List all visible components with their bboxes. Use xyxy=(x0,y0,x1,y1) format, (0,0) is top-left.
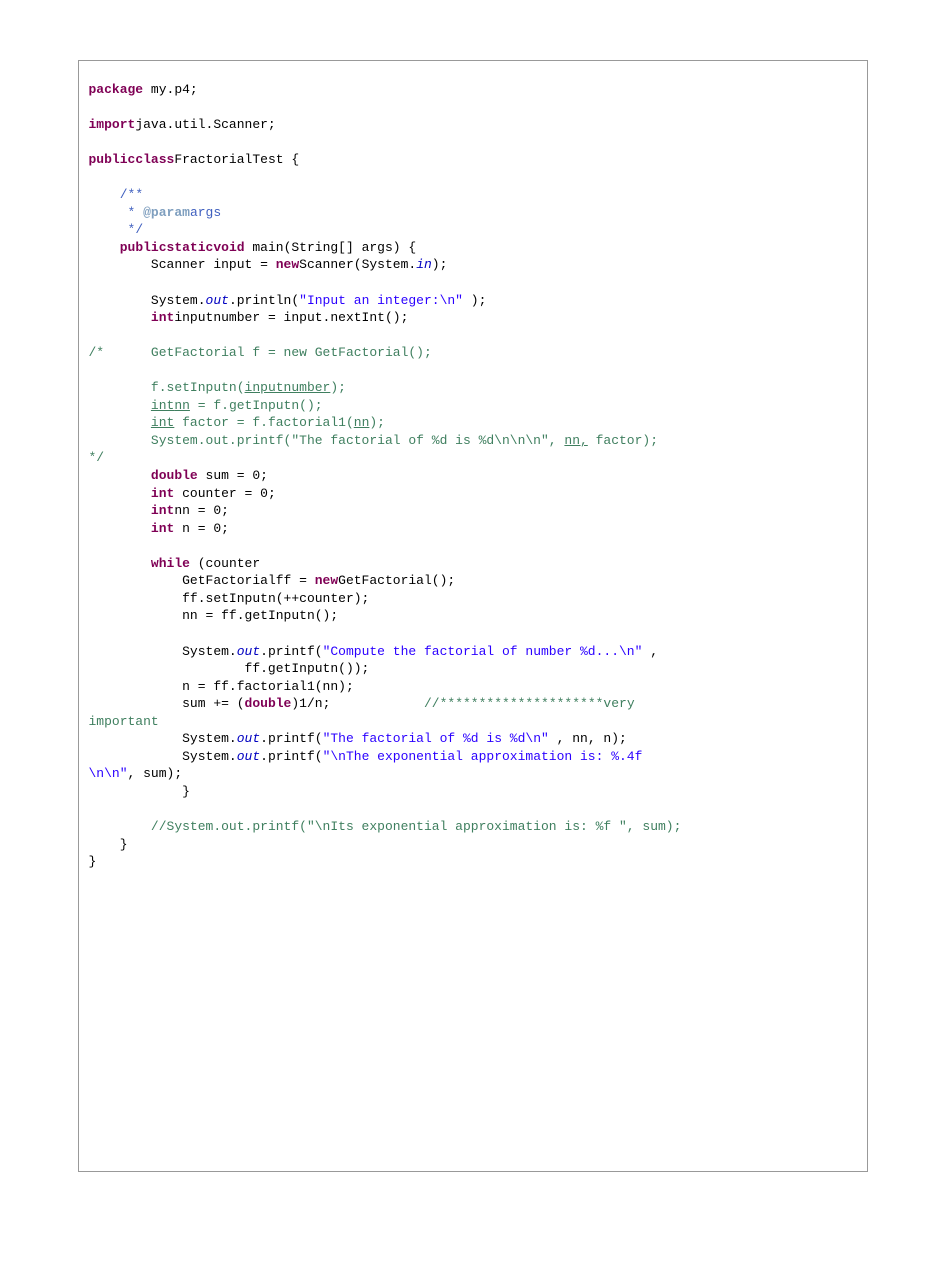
class-declaration: FractorialTest { xyxy=(174,152,299,167)
comment-intnn-b: nn xyxy=(174,398,190,413)
while-condition: (counter xyxy=(190,556,260,571)
keyword-class: class xyxy=(135,152,174,167)
decl-sum: sum = 0; xyxy=(198,468,268,483)
comment-intnn-a: int xyxy=(151,398,174,413)
package-name: my.p4; xyxy=(143,82,198,97)
comment-printf-b: nn, xyxy=(564,433,587,448)
scanner-decl-post: Scanner(System. xyxy=(299,257,416,272)
comment-last-printf: //System.out.printf("\nIts exponential a… xyxy=(151,819,682,834)
comment-int-c: nn xyxy=(354,415,370,430)
keyword-static: static xyxy=(167,240,214,255)
keyword-double-2: double xyxy=(245,696,292,711)
n-factorial: n = ff.factorial1(nn); xyxy=(182,679,354,694)
java-source-code: package my.p4; importjava.util.Scanner; … xyxy=(89,81,857,871)
out-field-1: out xyxy=(206,293,229,308)
system-in-field: in xyxy=(416,257,432,272)
keyword-int-4: int xyxy=(151,521,174,536)
printf-1c: , xyxy=(642,644,658,659)
scanner-decl-pre: Scanner input = xyxy=(151,257,276,272)
javadoc-args: args xyxy=(190,205,221,220)
string-exp-approx-b: \n\n" xyxy=(89,766,128,781)
javadoc-close: */ xyxy=(120,222,143,237)
decl-nn: nn = 0; xyxy=(174,503,229,518)
keyword-new-2: new xyxy=(315,573,338,588)
main-signature: main(String[] args) { xyxy=(245,240,417,255)
comment-very: //*********************very xyxy=(424,696,642,711)
keyword-double-1: double xyxy=(151,468,198,483)
keyword-void: void xyxy=(213,240,244,255)
javadoc-star: * xyxy=(120,205,143,220)
inputnumber-decl: inputnumber = input.nextInt(); xyxy=(174,310,408,325)
brace-close-class: } xyxy=(89,854,97,869)
ff-setinputn: ff.setInputn(++counter); xyxy=(182,591,369,606)
comment-block-open: /* xyxy=(89,345,151,360)
comment-printf-a: System.out.printf("The factorial of %d i… xyxy=(151,433,564,448)
comment-setinputn-a: f.setInputn( xyxy=(151,380,245,395)
sysout-1a: System. xyxy=(151,293,206,308)
printf-1a: System. xyxy=(182,644,237,659)
comment-important: important xyxy=(89,714,159,729)
nn-getinputn: nn = ff.getInputn(); xyxy=(182,608,338,623)
string-factorial-of: "The factorial of %d is %d\n" xyxy=(323,731,549,746)
keyword-int-3: int xyxy=(151,503,174,518)
keyword-package: package xyxy=(89,82,144,97)
comment-int-a: int xyxy=(151,415,174,430)
decl-counter: counter = 0; xyxy=(174,486,275,501)
javadoc-open: /** xyxy=(120,187,143,202)
decl-n: n = 0; xyxy=(174,521,229,536)
string-input-integer: "Input an integer:\n" xyxy=(299,293,463,308)
keyword-int-2: int xyxy=(151,486,174,501)
keyword-import: import xyxy=(89,117,136,132)
scanner-decl-end: ); xyxy=(432,257,448,272)
gfff-post: GetFactorial(); xyxy=(338,573,455,588)
code-document-page: package my.p4; importjava.util.Scanner; … xyxy=(78,60,868,1172)
javadoc-param-tag: @param xyxy=(143,205,190,220)
keyword-int-1: int xyxy=(151,310,174,325)
comment-setinputn-c: ); xyxy=(330,380,346,395)
keyword-new-1: new xyxy=(276,257,299,272)
sysout-1b: .println( xyxy=(229,293,299,308)
printf-2c: , nn, n); xyxy=(549,731,627,746)
comment-block-close: */ xyxy=(89,450,105,465)
gfff-pre: GetFactorialff = xyxy=(182,573,315,588)
keyword-public: public xyxy=(89,152,136,167)
sysout-1c: ); xyxy=(463,293,486,308)
keyword-public-2: public xyxy=(120,240,167,255)
printf-3b: .printf( xyxy=(260,749,322,764)
comment-int-d: ); xyxy=(369,415,385,430)
brace-close-main: } xyxy=(120,837,128,852)
printf-2a: System. xyxy=(182,731,237,746)
import-statement: java.util.Scanner; xyxy=(135,117,275,132)
comment-int-b: factor = f.factorial1( xyxy=(174,415,353,430)
comment-printf-c: factor); xyxy=(588,433,658,448)
sum-pre: sum += ( xyxy=(182,696,244,711)
printf-1b: .printf( xyxy=(260,644,322,659)
sum-post: )1/n; xyxy=(291,696,330,711)
out-field-4: out xyxy=(237,749,260,764)
string-exp-approx-a: "\nThe exponential approximation is: %.4… xyxy=(323,749,651,764)
printf-2b: .printf( xyxy=(260,731,322,746)
printf-3a: System. xyxy=(182,749,237,764)
comment-getfactorial: GetFactorial f = new GetFactorial(); xyxy=(151,345,432,360)
out-field-2: out xyxy=(237,644,260,659)
brace-close-while: } xyxy=(182,784,190,799)
keyword-while: while xyxy=(151,556,190,571)
printf-3c: , sum); xyxy=(128,766,183,781)
printf-1d: ff.getInputn()); xyxy=(245,661,370,676)
out-field-3: out xyxy=(237,731,260,746)
comment-setinputn-b: inputnumber xyxy=(245,380,331,395)
string-compute-factorial: "Compute the factorial of number %d...\n… xyxy=(323,644,643,659)
comment-intnn-c: = f.getInputn(); xyxy=(190,398,323,413)
